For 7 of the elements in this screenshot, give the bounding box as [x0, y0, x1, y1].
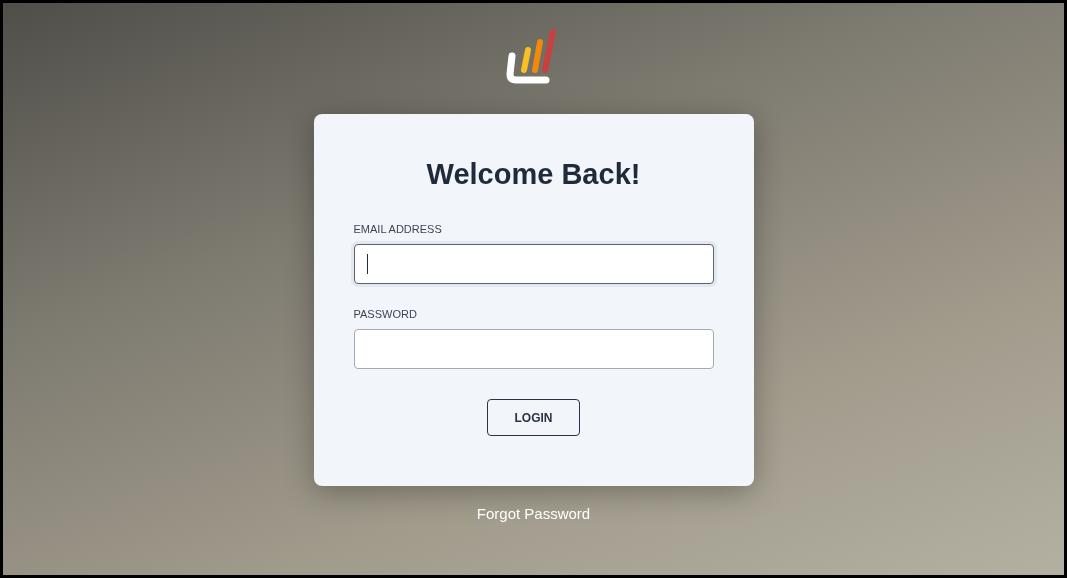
text-caret	[366, 254, 368, 274]
input-field[interactable]	[353, 329, 714, 369]
input-field[interactable]	[353, 244, 714, 284]
login-button[interactable]: LOGIN	[487, 399, 580, 436]
field-label: EMAIL ADDRESS	[353, 224, 443, 235]
field-label: PASSWORD	[353, 309, 418, 320]
card-title: Welcome Back!	[426, 160, 641, 189]
